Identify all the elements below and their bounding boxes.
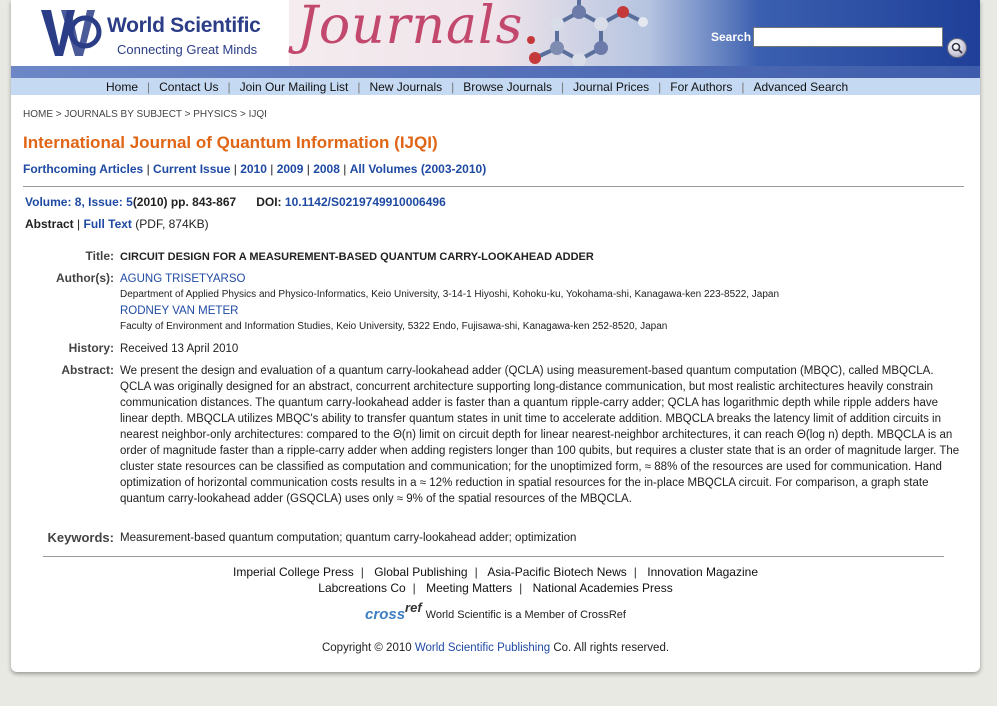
- journals-wordmark: Journals: [297, 0, 524, 56]
- breadcrumb-subject[interactable]: JOURNALS BY SUBJECT: [64, 109, 181, 120]
- nav-home[interactable]: Home: [106, 80, 138, 94]
- nav-journal-prices[interactable]: Journal Prices: [573, 80, 649, 94]
- history-label: History:: [68, 341, 114, 355]
- search-label: Search: [711, 30, 752, 44]
- nav-contact-us[interactable]: Contact Us: [159, 80, 218, 94]
- title-label: Title:: [85, 249, 114, 263]
- full-text-link[interactable]: Full Text: [83, 217, 131, 231]
- footer-link-global-publishing[interactable]: Global Publishing: [374, 565, 467, 579]
- nav-advanced-search[interactable]: Advanced Search: [753, 80, 848, 94]
- link-2009[interactable]: 2009: [277, 162, 304, 176]
- copyright-pre: Copyright © 2010: [321, 642, 412, 654]
- crossref-logo-a: cross: [365, 606, 406, 623]
- crossref-text: World Scientific is a Member of CrossRef: [425, 608, 626, 621]
- search-icon: [951, 42, 963, 54]
- link-all-volumes[interactable]: All Volumes (2003-2010): [350, 162, 487, 176]
- link-2010[interactable]: 2010: [240, 162, 267, 176]
- crossref-line: cross ref World Scientific is a Member of…: [11, 600, 980, 623]
- link-forthcoming-articles[interactable]: Forthcoming Articles: [23, 162, 143, 176]
- nav-new-journals[interactable]: New Journals: [369, 80, 442, 94]
- history-value: Received 13 April 2010: [120, 343, 239, 355]
- nav-mailing-list[interactable]: Join Our Mailing List: [240, 80, 349, 94]
- copyright-link[interactable]: World Scientific Publishing: [415, 642, 550, 654]
- page-container: World Scientific Connecting Great Minds …: [11, 0, 980, 672]
- nav-for-authors[interactable]: For Authors: [670, 80, 732, 94]
- crossref-logo-b: ref: [405, 600, 422, 615]
- footer-links: Imperial College Press | Global Publishin…: [233, 565, 758, 595]
- link-2008[interactable]: 2008: [313, 162, 340, 176]
- world-scientific-logo[interactable]: World Scientific Connecting Great Minds: [11, 0, 289, 66]
- issue-links: Forthcoming Articles | Current Issue | 2…: [23, 162, 487, 176]
- volume-issue-link[interactable]: Volume: 8, Issue: 5: [25, 195, 133, 209]
- keywords-label: Keywords:: [47, 530, 114, 545]
- footer-link-labcreations[interactable]: Labcreations Co: [318, 581, 405, 595]
- authors-label: Author(s):: [56, 271, 114, 285]
- breadcrumb-physics[interactable]: PHYSICS: [193, 109, 237, 120]
- divider: [43, 556, 944, 557]
- abstract-tab: Abstract: [25, 217, 74, 231]
- breadcrumb-ijqi: IJQI: [248, 109, 267, 120]
- link-current-issue[interactable]: Current Issue: [153, 162, 230, 176]
- keywords-value: Measurement-based quantum computation; q…: [120, 532, 577, 544]
- year-pages: (2010) pp. 843-867: [132, 195, 237, 209]
- article-title: CIRCUIT DESIGN FOR A MEASUREMENT-BASED Q…: [120, 251, 594, 263]
- banner-band: [11, 66, 980, 78]
- abstract-text: We present the design and evaluation of …: [120, 365, 960, 505]
- author-affiliation: Department of Applied Physics and Physic…: [120, 289, 780, 300]
- author-affiliation: Faculty of Environment and Information S…: [120, 321, 668, 332]
- author-name[interactable]: RODNEY VAN METER: [120, 303, 962, 319]
- crossref-logo[interactable]: cross ref: [365, 600, 422, 623]
- breadcrumb-home[interactable]: HOME: [23, 109, 53, 120]
- authors-list: AGUNG TRISETYARSO Department of Applied …: [120, 271, 962, 335]
- site-banner: World Scientific Connecting Great Minds …: [11, 0, 980, 78]
- copyright: Copyright © 2010 World Scientific Publis…: [11, 642, 980, 654]
- author-name[interactable]: AGUNG TRISETYARSO: [120, 271, 962, 287]
- logo-title: World Scientific: [107, 14, 261, 37]
- footer-link-imperial-college-press[interactable]: Imperial College Press: [233, 565, 354, 579]
- full-text-info: (PDF, 874KB): [135, 217, 209, 231]
- doi-link[interactable]: 10.1142/S0219749910006496: [285, 195, 446, 209]
- molecule-graphic-icon: [527, 0, 648, 66]
- world-scientific-mark-icon: [41, 10, 102, 56]
- breadcrumb: HOME > JOURNALS BY SUBJECT > PHYSICS > I…: [23, 109, 267, 120]
- footer-link-innovation-magazine[interactable]: Innovation Magazine: [647, 565, 758, 579]
- logo-tagline: Connecting Great Minds: [117, 42, 258, 57]
- abstract-label: Abstract:: [61, 363, 114, 377]
- nav-browse-journals[interactable]: Browse Journals: [463, 80, 552, 94]
- footer-link-asia-pacific-biotech[interactable]: Asia-Pacific Biotech News: [487, 565, 626, 579]
- volume-line: Volume: 8, Issue: 5(2010) pp. 843-867 DO…: [25, 195, 446, 209]
- doi-label: DOI:: [256, 195, 282, 209]
- footer-link-meeting-matters[interactable]: Meeting Matters: [426, 581, 512, 595]
- copyright-post: Co. All rights reserved.: [553, 642, 670, 654]
- journals-header: Journals Search: [289, 0, 980, 66]
- abstract-links: Abstract | Full Text (PDF, 874KB): [25, 217, 209, 231]
- search-input[interactable]: [753, 27, 943, 47]
- search-button[interactable]: [947, 38, 967, 58]
- footer-link-national-academies-press[interactable]: National Academies Press: [533, 581, 673, 595]
- divider: [23, 186, 964, 187]
- main-nav: Home | Contact Us | Join Our Mailing List |…: [11, 78, 980, 95]
- page-title: International Journal of Quantum Informa…: [23, 133, 438, 152]
